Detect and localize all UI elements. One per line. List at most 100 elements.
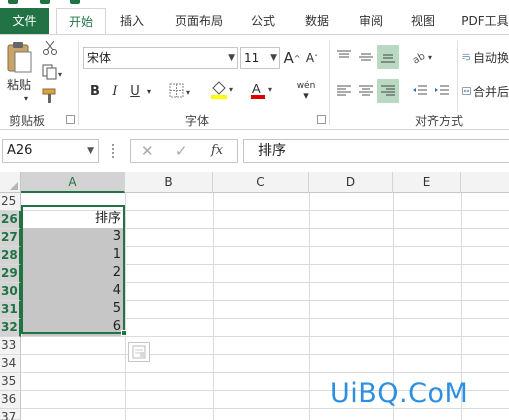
wrap-text-button[interactable]: 自动换: [462, 47, 509, 67]
phonetic-guide-button[interactable]: wén ▾: [290, 79, 322, 103]
group-divider: [457, 41, 458, 111]
cancel-icon[interactable]: ✕: [141, 142, 154, 160]
cell-a35[interactable]: [22, 372, 124, 390]
row-header[interactable]: 32: [0, 319, 21, 337]
align-left-icon[interactable]: [334, 81, 354, 101]
chevron-down-icon[interactable]: ▾: [144, 81, 154, 101]
row-header[interactable]: 37: [0, 409, 21, 420]
row-header[interactable]: 27: [0, 229, 21, 247]
tab-pdf-tools[interactable]: PDF工具: [455, 8, 509, 34]
tab-data[interactable]: 数据: [295, 8, 339, 34]
column-header-b[interactable]: B: [125, 172, 213, 193]
cut-icon[interactable]: [40, 39, 60, 57]
formula-input[interactable]: 排序: [243, 139, 509, 163]
clipboard-group-label: 剪贴板: [9, 114, 46, 128]
column-header-f[interactable]: [461, 172, 509, 193]
column-header-e[interactable]: E: [393, 172, 461, 193]
middle-align-icon[interactable]: [356, 47, 376, 67]
column-header-d[interactable]: D: [309, 172, 393, 193]
insert-function-icon[interactable]: fx: [211, 143, 223, 158]
select-all-corner[interactable]: [0, 172, 21, 193]
align-right-icon[interactable]: [377, 79, 399, 103]
alignment-group-label: 对齐方式: [415, 114, 464, 128]
row-header[interactable]: 26: [0, 211, 21, 229]
svg-text:▾: ▾: [229, 85, 233, 94]
font-launcher-icon[interactable]: [317, 115, 326, 124]
worksheet-grid[interactable]: A B C D E 25 26 排序 27 3 28 1 29 2 30 4 3…: [0, 172, 509, 420]
borders-icon[interactable]: ▾: [168, 81, 194, 101]
selection-range: [21, 205, 125, 334]
align-center-icon[interactable]: [356, 81, 376, 101]
chevron-down-icon[interactable]: ▼: [270, 48, 277, 68]
undo-icon[interactable]: [40, 0, 50, 4]
row-header[interactable]: 33: [0, 337, 21, 355]
italic-button[interactable]: I: [108, 81, 122, 101]
increase-indent-icon[interactable]: [432, 81, 452, 101]
formula-bar: A26 ▼ ✕ ✓ fx 排序: [0, 134, 509, 170]
paste-dropdown-icon[interactable]: ▾: [20, 93, 32, 103]
format-painter-icon[interactable]: [40, 87, 60, 105]
decrease-indent-icon[interactable]: [410, 81, 430, 101]
row-header[interactable]: 28: [0, 247, 21, 265]
row-header[interactable]: 29: [0, 265, 21, 283]
cell-a34[interactable]: [22, 354, 124, 372]
row-header[interactable]: 25: [0, 193, 21, 211]
row-header[interactable]: 34: [0, 355, 21, 373]
ribbon-home: 粘贴 ▾ ▾ 剪贴板 宋体 ▼ 11 ▼ A ^ Aˇ B I U ▾ ▾ ▾ A…: [0, 34, 509, 130]
tab-page-layout[interactable]: 页面布局: [164, 8, 234, 34]
save-icon[interactable]: [8, 0, 18, 4]
column-header-c[interactable]: C: [213, 172, 309, 193]
group-divider: [329, 41, 330, 125]
quick-analysis-button[interactable]: [128, 342, 150, 362]
ribbon-tab-bar: 文件 开始 插入 页面布局 公式 数据 审阅 视图 PDF工具: [0, 0, 509, 34]
underline-button[interactable]: U: [128, 81, 142, 101]
shrink-font-icon[interactable]: Aˇ: [304, 47, 320, 69]
enter-check-icon[interactable]: ✓: [175, 142, 188, 160]
splitter-handle[interactable]: [112, 144, 115, 158]
tab-home[interactable]: 开始: [56, 8, 106, 34]
top-align-icon[interactable]: [334, 47, 354, 67]
copy-icon[interactable]: ▾: [40, 63, 66, 81]
svg-text:A: A: [252, 81, 261, 96]
tab-formulas[interactable]: 公式: [241, 8, 285, 34]
clipboard-launcher-icon[interactable]: [66, 115, 75, 124]
tab-insert[interactable]: 插入: [110, 8, 154, 34]
cell-a33[interactable]: [22, 336, 124, 354]
row-header[interactable]: 35: [0, 373, 21, 391]
bold-button[interactable]: B: [88, 81, 102, 101]
cell-a37[interactable]: [22, 408, 124, 420]
fill-color-icon[interactable]: ▾: [208, 79, 238, 101]
fill-handle[interactable]: [121, 330, 127, 336]
tab-view[interactable]: 视图: [401, 8, 445, 34]
svg-text:▾: ▾: [428, 53, 432, 62]
column-header-a[interactable]: A: [21, 172, 125, 193]
clipboard-icon: [7, 42, 32, 73]
chevron-down-icon: ▾: [303, 89, 309, 102]
tab-review[interactable]: 审阅: [349, 8, 393, 34]
wrap-text-icon: [462, 53, 471, 61]
quick-analysis-icon: [132, 345, 146, 359]
font-size-box[interactable]: 11 ▼: [240, 47, 280, 69]
formula-buttons: ✕ ✓ fx: [130, 139, 238, 163]
name-box[interactable]: A26 ▼: [2, 139, 99, 163]
cell-a36[interactable]: [22, 390, 124, 408]
tab-file[interactable]: 文件: [0, 8, 49, 34]
group-divider: [78, 41, 79, 125]
chevron-down-icon[interactable]: ▼: [228, 48, 235, 68]
watermark-logo: UiBQ.CoM: [330, 378, 469, 409]
row-header[interactable]: 30: [0, 283, 21, 301]
merge-center-button[interactable]: 合并后: [462, 81, 509, 101]
redo-icon[interactable]: [70, 0, 80, 4]
row-header[interactable]: 31: [0, 301, 21, 319]
svg-text:▾: ▾: [186, 88, 190, 97]
bottom-align-icon[interactable]: [377, 45, 399, 69]
paste-button[interactable]: [4, 39, 34, 75]
grow-font-icon[interactable]: A ^: [284, 47, 301, 69]
font-size-value: 11: [244, 51, 260, 65]
orientation-icon[interactable]: ab ▾: [410, 47, 438, 67]
font-color-icon[interactable]: A ▾: [248, 79, 278, 101]
font-name-box[interactable]: 宋体 ▼: [83, 47, 238, 69]
chevron-down-icon[interactable]: ▼: [87, 140, 94, 162]
row-header[interactable]: 36: [0, 391, 21, 409]
quick-access-toolbar: [0, 0, 509, 6]
